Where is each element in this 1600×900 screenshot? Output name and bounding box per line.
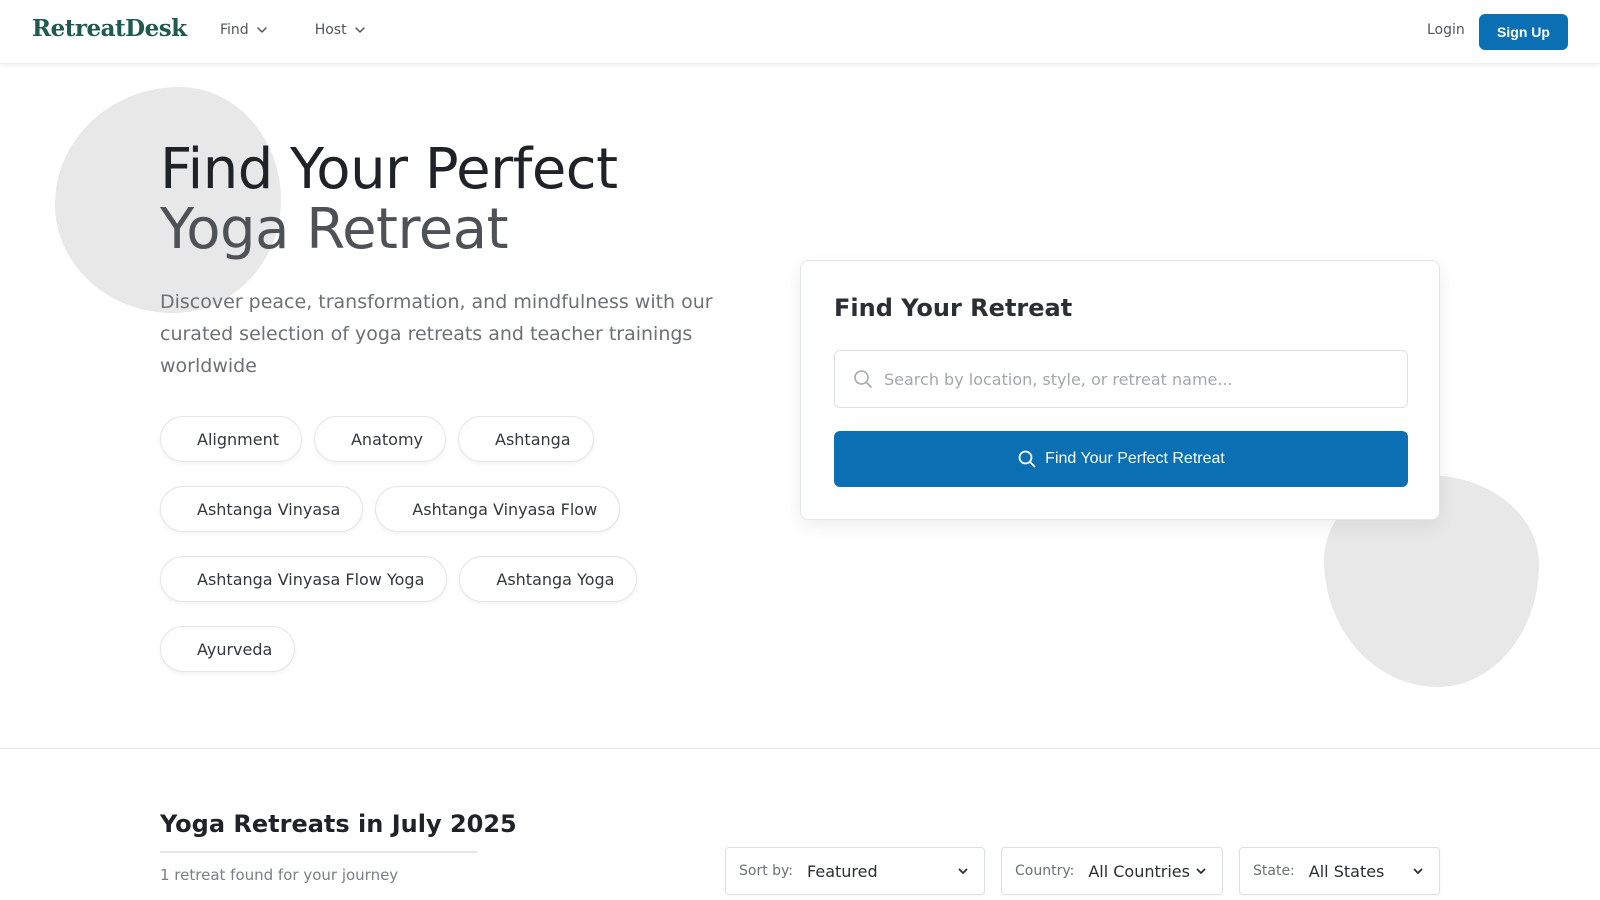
find-retreat-button-label: Find Your Perfect Retreat [1045,450,1225,467]
hero-description: Discover peace, transformation, and mind… [160,291,713,377]
nav-item-host[interactable]: Host [315,22,367,38]
listing-title: Yoga Retreats in July 2025 [160,810,517,838]
chevron-down-icon [354,27,365,33]
style-tag-list: Alignment Anatomy Ashtanga Ashtanga Viny… [160,416,680,672]
logo[interactable]: RetreatDesk [32,15,187,42]
tag-chip-ashtanga-vinyasa[interactable]: Ashtanga Vinyasa [160,486,364,532]
chevron-down-icon [256,27,267,33]
nav-item-host-label: Host [314,22,347,38]
sort-value: Featured [807,861,878,881]
navbar: RetreatDesk Find Host Login Sign Up [0,0,1600,64]
search-input[interactable] [884,369,1407,389]
find-retreat-button[interactable]: Find Your Perfect Retreat [834,431,1408,487]
section-divider [0,748,1600,749]
sort-select[interactable]: Sort by: Featured [725,847,985,895]
tag-chip-ayurveda[interactable]: Ayurveda [160,626,296,672]
nav-menu: Find Host [220,22,367,38]
hero-title-line1: Find Your Perfect [160,137,618,202]
listing-title-underline [160,851,477,853]
tag-chip-ashtanga-vinyasa-flow-yoga[interactable]: Ashtanga Vinyasa Flow Yoga [160,556,448,602]
result-count: 1 retreat found for your journey [160,866,399,884]
search-icon [1018,450,1036,468]
tag-chip-anatomy[interactable]: Anatomy [313,416,446,462]
nav-item-find[interactable]: Find [220,22,269,38]
hero-title-line2: Yoga Retreat [160,197,509,262]
search-card: Find Your Retreat Find Your Perfect Retr… [800,260,1440,520]
country-label: Country: [1015,863,1075,879]
chevron-down-icon [1196,868,1206,874]
tag-chip-alignment[interactable]: Alignment [160,416,302,462]
state-label: State: [1253,863,1295,879]
chevron-down-icon [958,868,968,874]
tag-chip-ashtanga-vinyasa-flow[interactable]: Ashtanga Vinyasa Flow [375,486,621,532]
chevron-down-icon [1413,868,1423,874]
sign-up-button[interactable]: Sign Up [1479,14,1568,50]
sort-label: Sort by: [739,863,794,879]
nav-item-find-label: Find [220,22,249,38]
search-card-title: Find Your Retreat [834,294,1073,322]
tag-chip-ashtanga-yoga[interactable]: Ashtanga Yoga [459,556,638,602]
search-field[interactable] [834,350,1408,408]
country-value: All Countries [1088,861,1190,881]
country-select[interactable]: Country: All Countries [1001,847,1223,895]
search-icon [854,370,872,388]
state-select[interactable]: State: All States [1239,847,1440,895]
hero-title: Find Your Perfect Yoga Retreat [160,140,618,260]
tag-chip-ashtanga[interactable]: Ashtanga [458,416,594,462]
state-value: All States [1308,861,1385,881]
login-link[interactable]: Login [1427,22,1465,38]
